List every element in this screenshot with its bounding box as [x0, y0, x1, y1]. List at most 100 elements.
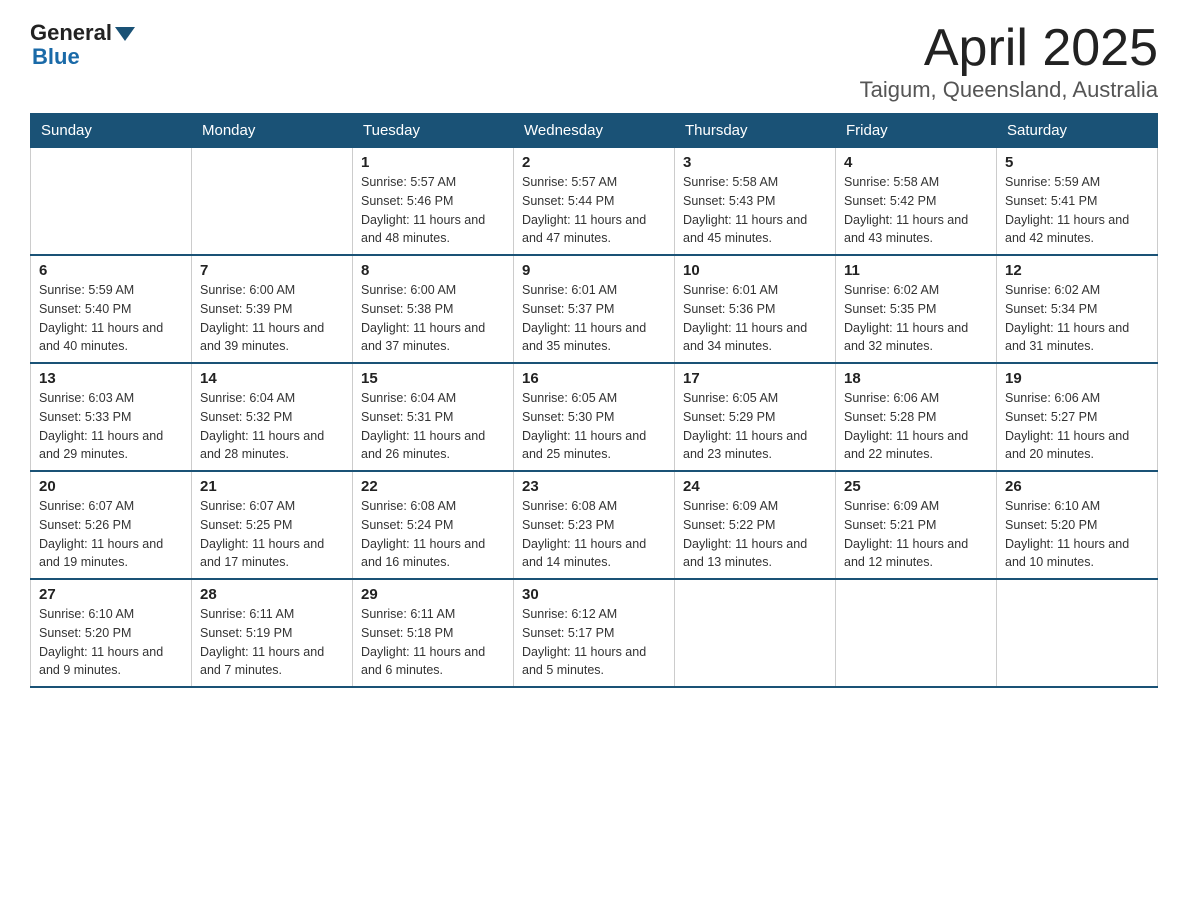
table-row: 28 Sunrise: 6:11 AMSunset: 5:19 PMDayligh…	[192, 579, 353, 687]
col-tuesday: Tuesday	[353, 114, 514, 148]
col-saturday: Saturday	[997, 114, 1158, 148]
day-number: 4	[844, 154, 988, 171]
day-number: 6	[39, 262, 183, 279]
page-subtitle: Taigum, Queensland, Australia	[860, 77, 1158, 103]
day-number: 17	[683, 370, 827, 387]
day-info: Sunrise: 6:03 AMSunset: 5:33 PMDaylight:…	[39, 389, 183, 464]
table-row: 21 Sunrise: 6:07 AMSunset: 5:25 PMDayligh…	[192, 471, 353, 579]
day-number: 5	[1005, 154, 1149, 171]
day-number: 29	[361, 586, 505, 603]
day-number: 24	[683, 478, 827, 495]
page-header: General Blue April 2025 Taigum, Queensla…	[30, 20, 1158, 103]
table-row: 8 Sunrise: 6:00 AMSunset: 5:38 PMDaylight…	[353, 255, 514, 363]
col-monday: Monday	[192, 114, 353, 148]
day-info: Sunrise: 6:09 AMSunset: 5:21 PMDaylight:…	[844, 497, 988, 572]
calendar-week-row: 27 Sunrise: 6:10 AMSunset: 5:20 PMDayligh…	[31, 579, 1158, 687]
table-row	[192, 148, 353, 256]
table-row	[836, 579, 997, 687]
day-number: 11	[844, 262, 988, 279]
table-row	[675, 579, 836, 687]
table-row: 27 Sunrise: 6:10 AMSunset: 5:20 PMDayligh…	[31, 579, 192, 687]
table-row: 22 Sunrise: 6:08 AMSunset: 5:24 PMDayligh…	[353, 471, 514, 579]
day-number: 22	[361, 478, 505, 495]
table-row: 2 Sunrise: 5:57 AMSunset: 5:44 PMDaylight…	[514, 148, 675, 256]
col-sunday: Sunday	[31, 114, 192, 148]
table-row: 4 Sunrise: 5:58 AMSunset: 5:42 PMDaylight…	[836, 148, 997, 256]
day-number: 23	[522, 478, 666, 495]
day-number: 14	[200, 370, 344, 387]
logo-blue-text: Blue	[32, 44, 80, 70]
day-number: 15	[361, 370, 505, 387]
day-info: Sunrise: 5:58 AMSunset: 5:42 PMDaylight:…	[844, 173, 988, 248]
day-info: Sunrise: 6:07 AMSunset: 5:26 PMDaylight:…	[39, 497, 183, 572]
day-number: 28	[200, 586, 344, 603]
table-row: 1 Sunrise: 5:57 AMSunset: 5:46 PMDaylight…	[353, 148, 514, 256]
day-number: 16	[522, 370, 666, 387]
calendar-week-row: 13 Sunrise: 6:03 AMSunset: 5:33 PMDayligh…	[31, 363, 1158, 471]
day-info: Sunrise: 6:04 AMSunset: 5:31 PMDaylight:…	[361, 389, 505, 464]
day-info: Sunrise: 5:59 AMSunset: 5:40 PMDaylight:…	[39, 281, 183, 356]
day-number: 18	[844, 370, 988, 387]
table-row: 24 Sunrise: 6:09 AMSunset: 5:22 PMDayligh…	[675, 471, 836, 579]
day-number: 27	[39, 586, 183, 603]
calendar-header-row: Sunday Monday Tuesday Wednesday Thursday…	[31, 114, 1158, 148]
day-info: Sunrise: 6:11 AMSunset: 5:18 PMDaylight:…	[361, 605, 505, 680]
col-thursday: Thursday	[675, 114, 836, 148]
table-row: 6 Sunrise: 5:59 AMSunset: 5:40 PMDaylight…	[31, 255, 192, 363]
table-row: 10 Sunrise: 6:01 AMSunset: 5:36 PMDayligh…	[675, 255, 836, 363]
day-info: Sunrise: 5:57 AMSunset: 5:46 PMDaylight:…	[361, 173, 505, 248]
day-info: Sunrise: 6:12 AMSunset: 5:17 PMDaylight:…	[522, 605, 666, 680]
day-number: 19	[1005, 370, 1149, 387]
day-info: Sunrise: 6:07 AMSunset: 5:25 PMDaylight:…	[200, 497, 344, 572]
day-info: Sunrise: 6:08 AMSunset: 5:23 PMDaylight:…	[522, 497, 666, 572]
day-info: Sunrise: 6:06 AMSunset: 5:28 PMDaylight:…	[844, 389, 988, 464]
day-number: 1	[361, 154, 505, 171]
table-row: 30Sunrise: 6:12 AMSunset: 5:17 PMDayligh…	[514, 579, 675, 687]
day-info: Sunrise: 6:10 AMSunset: 5:20 PMDaylight:…	[39, 605, 183, 680]
day-number: 3	[683, 154, 827, 171]
table-row: 7 Sunrise: 6:00 AMSunset: 5:39 PMDaylight…	[192, 255, 353, 363]
day-info: Sunrise: 6:09 AMSunset: 5:22 PMDaylight:…	[683, 497, 827, 572]
day-info: Sunrise: 5:59 AMSunset: 5:41 PMDaylight:…	[1005, 173, 1149, 248]
day-number: 7	[200, 262, 344, 279]
logo: General Blue	[30, 20, 135, 70]
day-info: Sunrise: 6:06 AMSunset: 5:27 PMDaylight:…	[1005, 389, 1149, 464]
day-number: 25	[844, 478, 988, 495]
day-info: Sunrise: 6:01 AMSunset: 5:36 PMDaylight:…	[683, 281, 827, 356]
table-row: 9Sunrise: 6:01 AMSunset: 5:37 PMDaylight…	[514, 255, 675, 363]
table-row: 3 Sunrise: 5:58 AMSunset: 5:43 PMDaylight…	[675, 148, 836, 256]
day-info: Sunrise: 5:57 AMSunset: 5:44 PMDaylight:…	[522, 173, 666, 248]
col-wednesday: Wednesday	[514, 114, 675, 148]
logo-general-text: General	[30, 20, 112, 46]
day-info: Sunrise: 6:08 AMSunset: 5:24 PMDaylight:…	[361, 497, 505, 572]
table-row: 20 Sunrise: 6:07 AMSunset: 5:26 PMDayligh…	[31, 471, 192, 579]
day-number: 21	[200, 478, 344, 495]
table-row: 23 Sunrise: 6:08 AMSunset: 5:23 PMDayligh…	[514, 471, 675, 579]
table-row: 14 Sunrise: 6:04 AMSunset: 5:32 PMDayligh…	[192, 363, 353, 471]
calendar-week-row: 6 Sunrise: 5:59 AMSunset: 5:40 PMDaylight…	[31, 255, 1158, 363]
day-info: Sunrise: 6:02 AMSunset: 5:35 PMDaylight:…	[844, 281, 988, 356]
logo-arrow-icon	[115, 27, 135, 41]
day-info: Sunrise: 5:58 AMSunset: 5:43 PMDaylight:…	[683, 173, 827, 248]
day-info: Sunrise: 6:04 AMSunset: 5:32 PMDaylight:…	[200, 389, 344, 464]
day-number: 10	[683, 262, 827, 279]
day-info: Sunrise: 6:00 AMSunset: 5:39 PMDaylight:…	[200, 281, 344, 356]
day-number: 13	[39, 370, 183, 387]
calendar-week-row: 20 Sunrise: 6:07 AMSunset: 5:26 PMDayligh…	[31, 471, 1158, 579]
day-number: 26	[1005, 478, 1149, 495]
day-number: 9	[522, 262, 666, 279]
day-number: 20	[39, 478, 183, 495]
title-block: April 2025 Taigum, Queensland, Australia	[860, 20, 1158, 103]
table-row: 29 Sunrise: 6:11 AMSunset: 5:18 PMDayligh…	[353, 579, 514, 687]
table-row	[31, 148, 192, 256]
table-row: 12Sunrise: 6:02 AMSunset: 5:34 PMDayligh…	[997, 255, 1158, 363]
day-info: Sunrise: 6:05 AMSunset: 5:30 PMDaylight:…	[522, 389, 666, 464]
day-number: 8	[361, 262, 505, 279]
day-number: 12	[1005, 262, 1149, 279]
day-info: Sunrise: 6:00 AMSunset: 5:38 PMDaylight:…	[361, 281, 505, 356]
calendar-week-row: 1 Sunrise: 5:57 AMSunset: 5:46 PMDaylight…	[31, 148, 1158, 256]
page-title: April 2025	[860, 20, 1158, 77]
day-info: Sunrise: 6:11 AMSunset: 5:19 PMDaylight:…	[200, 605, 344, 680]
day-number: 2	[522, 154, 666, 171]
day-info: Sunrise: 6:05 AMSunset: 5:29 PMDaylight:…	[683, 389, 827, 464]
